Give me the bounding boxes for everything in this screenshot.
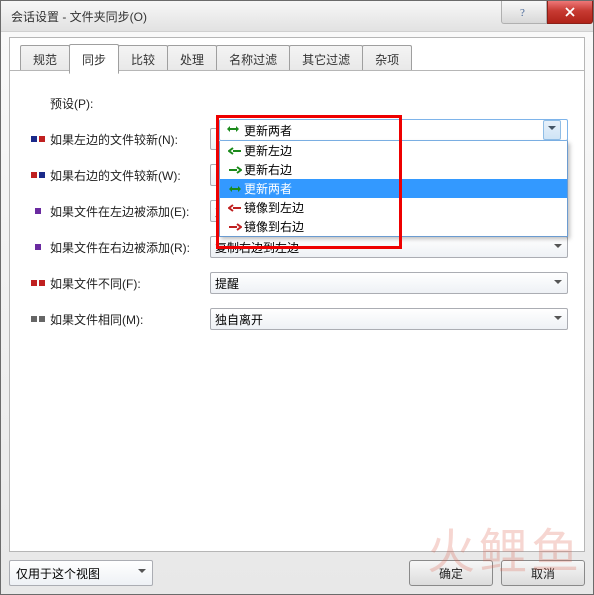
combo-same[interactable]: 独自离开 bbox=[210, 308, 568, 330]
label-left-added: 如果文件在左边被添加(E): bbox=[50, 203, 210, 220]
combo-different[interactable]: 提醒 bbox=[210, 272, 568, 294]
tab-sync[interactable]: 同步 bbox=[69, 44, 119, 74]
preset-option-update-right[interactable]: 更新右边 bbox=[220, 160, 567, 179]
combo-same-value: 独自离开 bbox=[215, 311, 263, 328]
combo-different-value: 提醒 bbox=[215, 275, 239, 292]
preset-option-label: 更新左边 bbox=[244, 142, 292, 159]
close-button[interactable] bbox=[547, 1, 593, 24]
label-right-newer: 如果右边的文件较新(W): bbox=[50, 167, 210, 184]
marks-same bbox=[26, 316, 50, 322]
preset-combo-value: 更新两者 bbox=[244, 122, 292, 139]
preset-combo[interactable]: 更新两者 bbox=[219, 119, 568, 141]
arrow-both-icon bbox=[226, 184, 244, 194]
help-icon: ? bbox=[518, 6, 530, 18]
preset-label: 预设(P): bbox=[50, 95, 210, 112]
svg-text:?: ? bbox=[520, 7, 525, 18]
titlebar: 会话设置 - 文件夹同步(O) ? bbox=[1, 1, 593, 32]
client-area: 规范 同步 比较 处理 名称过滤 其它过滤 杂项 预设(P): 如果左边的文件较… bbox=[9, 37, 585, 552]
ok-button[interactable]: 确定 bbox=[409, 560, 493, 586]
label-different: 如果文件不同(F): bbox=[50, 275, 210, 292]
row-different: 如果文件不同(F): 提醒 bbox=[26, 269, 568, 297]
row-right-added: 如果文件在右边被添加(R): 复制右边到左边 bbox=[26, 233, 568, 261]
window-buttons: ? bbox=[501, 1, 593, 31]
preset-option-mirror-right[interactable]: 镜像到右边 bbox=[220, 217, 567, 236]
combo-right-added-value: 复制右边到左边 bbox=[215, 239, 299, 256]
preset-option-update-both[interactable]: 更新两者 bbox=[220, 179, 567, 198]
row-same: 如果文件相同(M): 独自离开 bbox=[26, 305, 568, 333]
preset-option-update-left[interactable]: 更新左边 bbox=[220, 141, 567, 160]
close-icon bbox=[564, 6, 576, 18]
preset-option-mirror-left[interactable]: 镜像到左边 bbox=[220, 198, 567, 217]
arrow-right-icon bbox=[226, 165, 244, 175]
preset-option-label: 更新右边 bbox=[244, 161, 292, 178]
marks-right-added bbox=[26, 244, 50, 250]
sync-panel: 预设(P): 如果左边的文件较新(N): 如果右边的文件较新(W): 如果文件在… bbox=[10, 70, 584, 551]
mirror-left-icon bbox=[226, 203, 244, 213]
marks-right-newer bbox=[26, 172, 50, 178]
label-left-newer: 如果左边的文件较新(N): bbox=[50, 131, 210, 148]
preset-option-list: 更新左边 更新右边 更新两者 镜像到左边 bbox=[219, 141, 568, 237]
preset-dropdown: 更新两者 更新左边 更新右边 更新两者 bbox=[219, 119, 568, 237]
row-preset: 预设(P): bbox=[26, 89, 568, 117]
view-scope-combo[interactable]: 仅用于这个视图 bbox=[9, 560, 153, 586]
preset-option-label: 镜像到左边 bbox=[244, 199, 304, 216]
sync-both-icon bbox=[226, 123, 240, 137]
label-right-added: 如果文件在右边被添加(R): bbox=[50, 239, 210, 256]
dialog-footer: 仅用于这个视图 确定 取消 bbox=[9, 558, 585, 588]
preset-option-label: 镜像到右边 bbox=[244, 218, 304, 235]
arrow-left-icon bbox=[226, 146, 244, 156]
marks-left-added bbox=[26, 208, 50, 214]
help-button[interactable]: ? bbox=[501, 1, 547, 24]
cancel-button[interactable]: 取消 bbox=[501, 560, 585, 586]
dropdown-arrow-icon bbox=[543, 120, 561, 140]
view-scope-value: 仅用于这个视图 bbox=[16, 565, 100, 582]
dialog-window: 会话设置 - 文件夹同步(O) ? 规范 同步 比较 处理 名称过滤 其它过滤 … bbox=[0, 0, 594, 595]
window-title: 会话设置 - 文件夹同步(O) bbox=[11, 8, 147, 25]
preset-option-label: 更新两者 bbox=[244, 180, 292, 197]
marks-left-newer bbox=[26, 136, 50, 142]
tab-strip: 规范 同步 比较 处理 名称过滤 其它过滤 杂项 bbox=[20, 37, 411, 74]
combo-right-added[interactable]: 复制右边到左边 bbox=[210, 236, 568, 258]
mirror-right-icon bbox=[226, 222, 244, 232]
label-same: 如果文件相同(M): bbox=[50, 311, 210, 328]
marks-different bbox=[26, 280, 50, 286]
